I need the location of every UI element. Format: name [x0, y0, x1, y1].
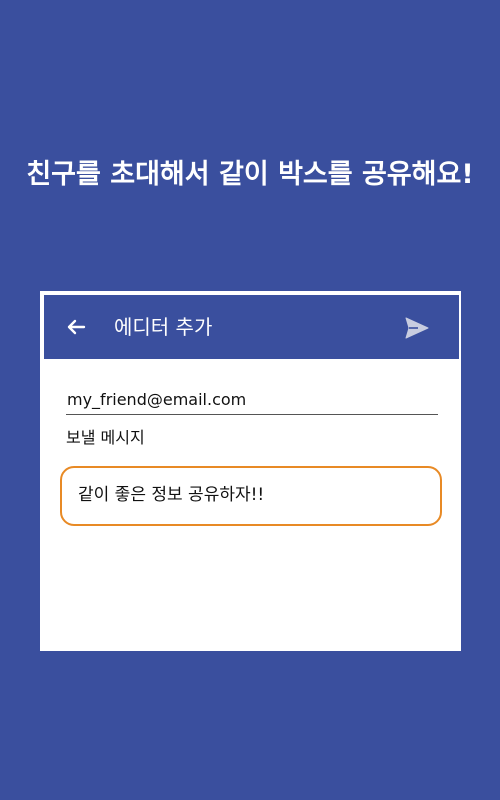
message-input[interactable]: 같이 좋은 정보 공유하자!!: [60, 466, 442, 526]
back-button[interactable]: [62, 313, 90, 341]
arrow-left-icon: [67, 319, 86, 335]
email-field[interactable]: my_friend@email.com: [66, 389, 438, 415]
message-label: 보낼 메시지: [66, 428, 145, 447]
message-input-text: 같이 좋은 정보 공유하자!!: [78, 485, 265, 505]
send-icon: [405, 317, 429, 339]
phone-screen-preview: 에디터 추가 my_friend@email.com 보낼 메시지 같이 좋은 …: [40, 291, 461, 651]
promo-headline: 친구를 초대해서 같이 박스를 공유해요!: [26, 159, 474, 190]
send-button[interactable]: [403, 314, 431, 342]
app-bar-title: 에디터 추가: [114, 315, 213, 339]
app-bar: 에디터 추가: [44, 295, 459, 359]
